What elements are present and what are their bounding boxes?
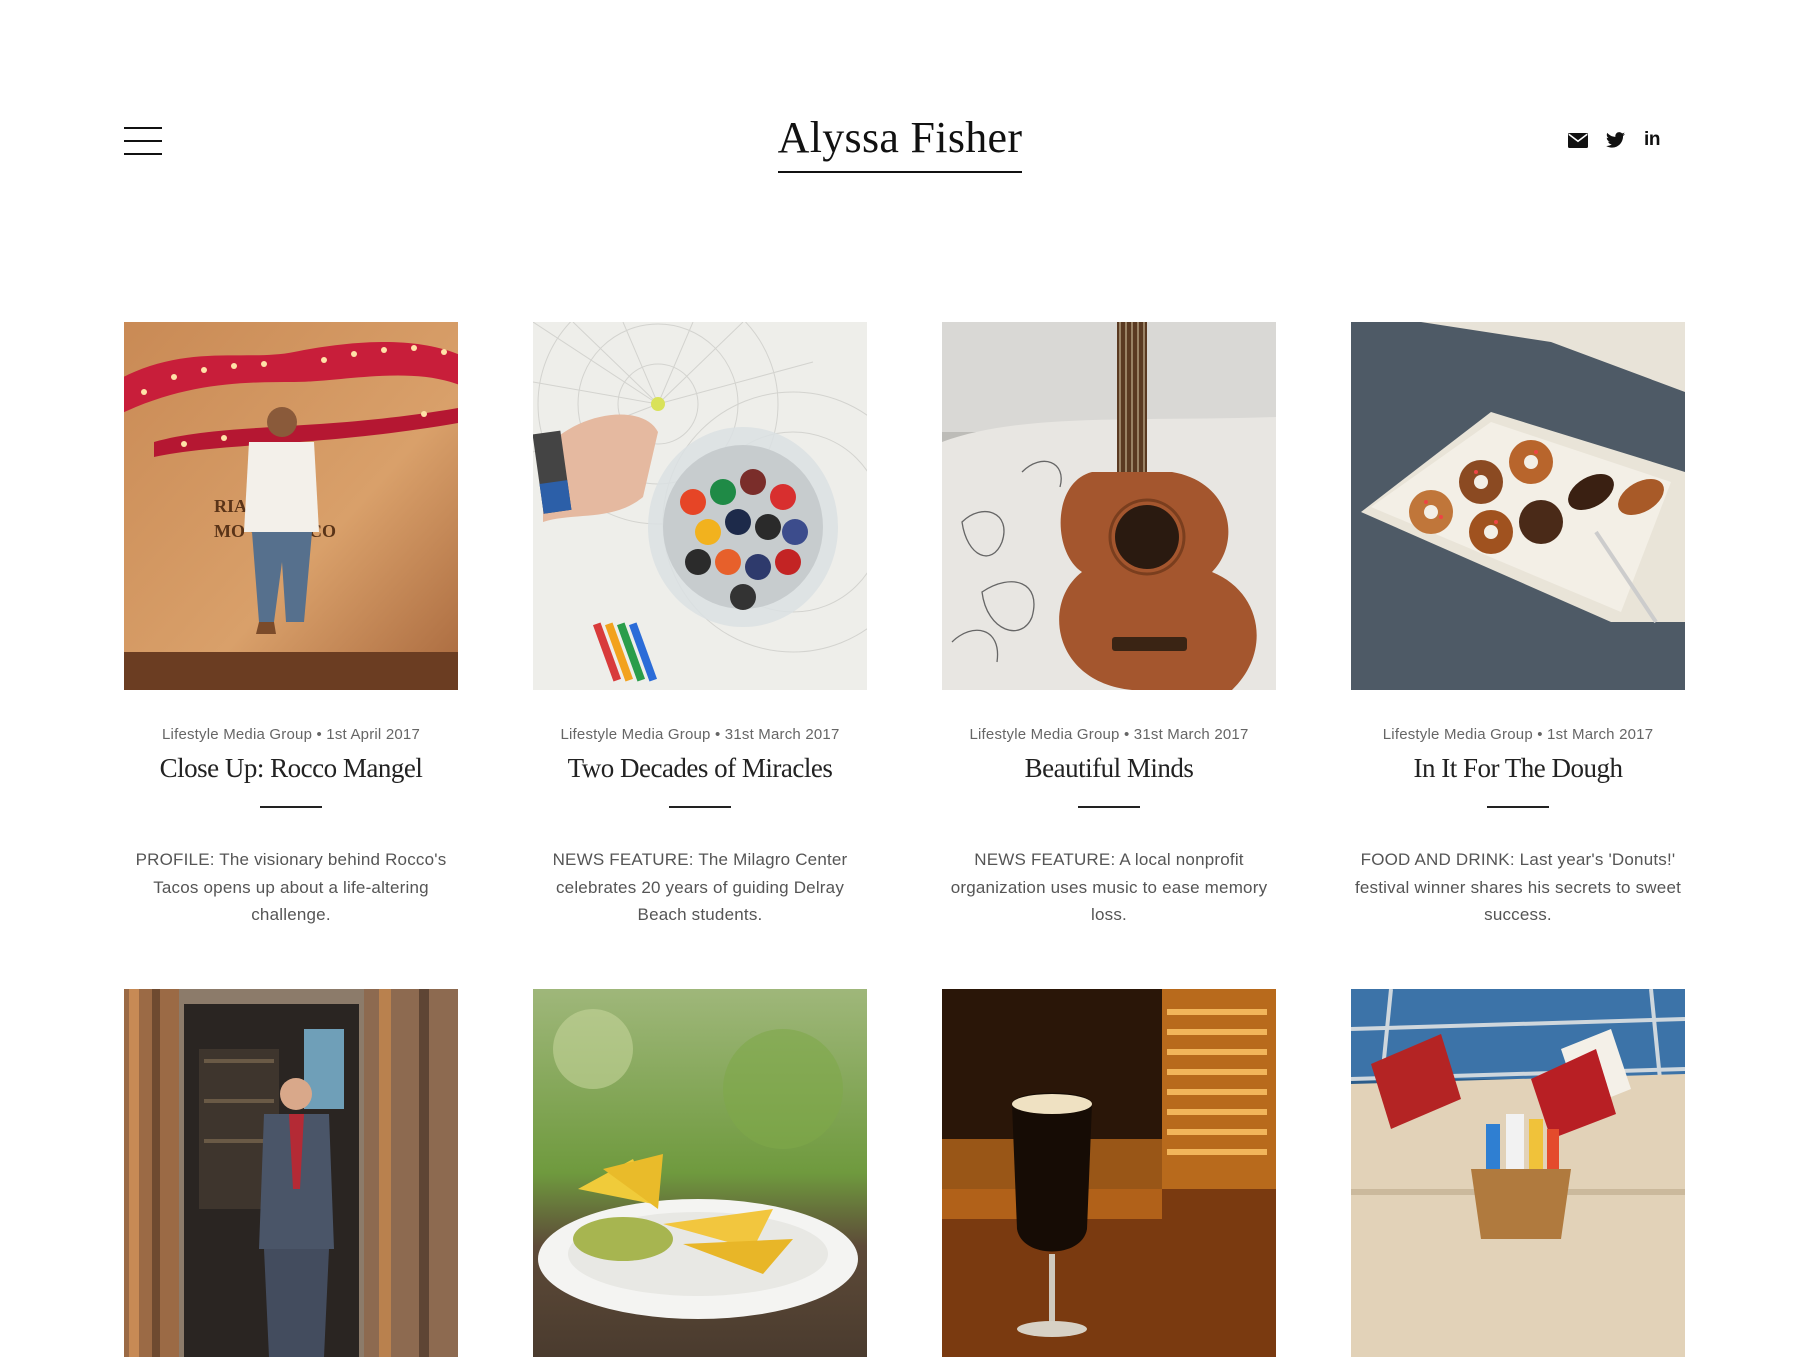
article-card [533, 988, 867, 1357]
article-excerpt: PROFILE: The visionary behind Rocco's Ta… [135, 850, 447, 924]
article-publisher: Lifestyle Media Group [1382, 726, 1533, 743]
article-title[interactable]: Close Up: Rocco Mangel [124, 753, 458, 784]
article-meta: Lifestyle Media Group • 31st March 2017 [969, 726, 1249, 743]
article-publisher: Lifestyle Media Group [162, 726, 313, 743]
article-card: Lifestyle Media Group • 31st March 2017 … [533, 322, 867, 929]
article-date: 1st March 2017 [1547, 726, 1654, 743]
article-publisher: Lifestyle Media Group [560, 726, 711, 743]
article-excerpt: FOOD AND DRINK: Last year's 'Donuts!' fe… [1354, 850, 1682, 924]
twitter-icon[interactable] [1605, 130, 1625, 150]
article-meta: Lifestyle Media Group • 1st March 2017 [1382, 726, 1654, 743]
social-links: in [1568, 129, 1662, 150]
article-card [942, 988, 1276, 1357]
thumbnail-image [942, 988, 1276, 1357]
thumbnail-image [533, 988, 867, 1357]
article-card [124, 988, 458, 1357]
article-thumbnail-beer[interactable] [942, 988, 1276, 1357]
article-title[interactable]: In It For The Dough [1351, 753, 1685, 784]
article-card: Lifestyle Media Group • 1st March 2017 I… [1351, 322, 1685, 929]
article-meta: Lifestyle Media Group • 31st March 2017 [560, 726, 840, 743]
article-publisher: Lifestyle Media Group [969, 726, 1120, 743]
article-thumbnail-donuts[interactable] [1351, 322, 1685, 690]
title-divider [1487, 806, 1549, 808]
title-divider [260, 806, 322, 808]
article-card [1351, 988, 1685, 1357]
article-thumbnail-yacht[interactable] [1351, 988, 1685, 1357]
thumbnail-image [1351, 322, 1685, 690]
article-grid: RIA MO · MEXICO Lifestyle Media Group • … [124, 322, 1686, 1357]
thumbnail-image [1351, 988, 1685, 1357]
article-thumbnail-guitar[interactable] [942, 322, 1276, 690]
thumbnail-image [942, 322, 1276, 690]
article-card: RIA MO · MEXICO Lifestyle Media Group • … [124, 322, 458, 929]
envelope-icon[interactable] [1568, 130, 1588, 150]
site-header: Alyssa Fisher in [0, 0, 1800, 230]
article-date: 31st March 2017 [1133, 726, 1249, 743]
site-title-link[interactable]: Alyssa Fisher [777, 112, 1023, 173]
thumbnail-image [533, 322, 867, 690]
article-thumbnail-executive[interactable] [124, 988, 458, 1357]
article-thumbnail-rocco[interactable]: RIA MO · MEXICO [124, 322, 458, 690]
article-date: 1st April 2017 [326, 726, 420, 743]
article-card: Lifestyle Media Group • 31st March 2017 … [942, 322, 1276, 929]
article-date: 31st March 2017 [724, 726, 840, 743]
site-title: Alyssa Fisher [0, 112, 1800, 173]
article-excerpt: NEWS FEATURE: The Milagro Center celebra… [552, 850, 848, 924]
title-divider [1078, 806, 1140, 808]
thumbnail-image [124, 988, 458, 1357]
article-thumbnail-crayons[interactable] [533, 322, 867, 690]
thumbnail-image: RIA MO · MEXICO [124, 322, 458, 690]
linkedin-glyph: in [1644, 129, 1660, 150]
article-title[interactable]: Beautiful Minds [942, 753, 1276, 784]
article-thumbnail-guacamole[interactable] [533, 988, 867, 1357]
title-divider [669, 806, 731, 808]
linkedin-icon[interactable]: in [1642, 129, 1662, 150]
article-excerpt: NEWS FEATURE: A local nonprofit organiza… [950, 850, 1268, 924]
article-meta: Lifestyle Media Group • 1st April 2017 [162, 726, 420, 743]
article-title[interactable]: Two Decades of Miracles [533, 753, 867, 784]
svg-text:RIA: RIA [214, 496, 247, 516]
